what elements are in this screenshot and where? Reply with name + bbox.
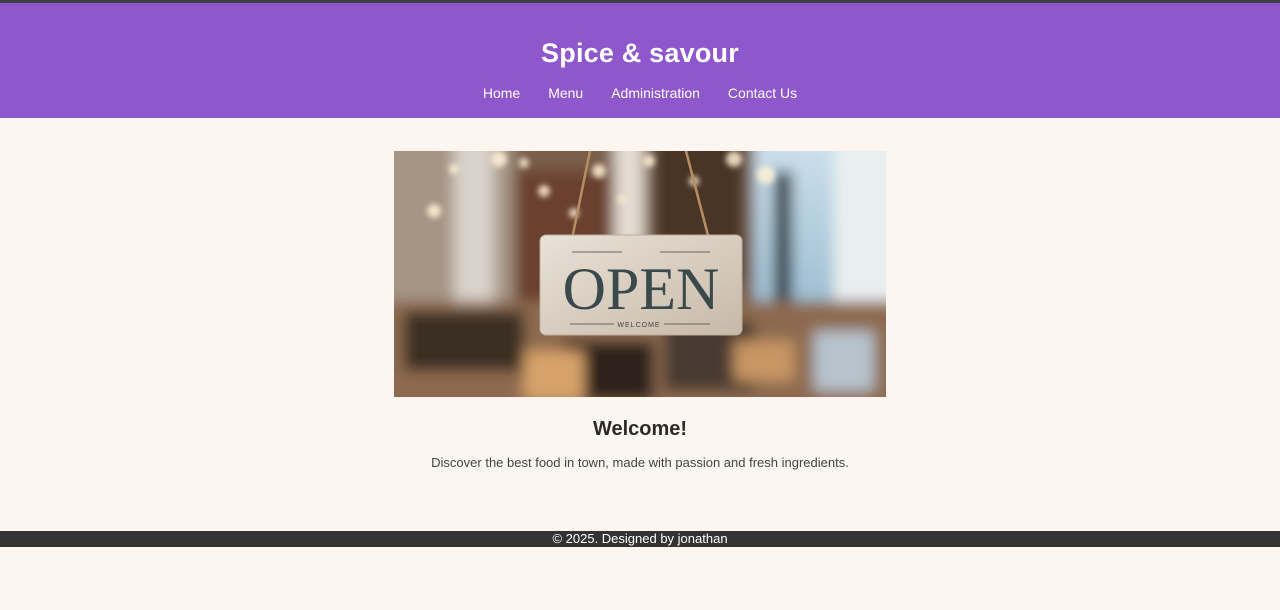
welcome-heading: Welcome! [592, 418, 688, 440]
site-title: Spice & savour [541, 38, 739, 68]
main-nav: Home Menu Administration Contact Us [0, 84, 1280, 102]
sign-welcome-text: WELCOME [617, 322, 660, 329]
site-footer: © 2025. Designed by jonathan [0, 531, 1280, 547]
nav-menu-link[interactable]: Menu [534, 84, 597, 102]
footer-copyright: © 2025. Designed by jonathan [552, 531, 728, 546]
main-content: OPEN WELCOME Welcome! Discover the best … [394, 151, 886, 471]
nav-contact-us-link[interactable]: Contact Us [714, 84, 811, 102]
site-header: Spice & savour Home Menu Administration … [0, 3, 1280, 118]
hero-image: OPEN WELCOME [394, 151, 886, 397]
sign-open-text: OPEN [563, 256, 720, 322]
nav-home-link[interactable]: Home [469, 84, 534, 102]
welcome-description: Discover the best food in town, made wit… [431, 455, 849, 470]
nav-administration-link[interactable]: Administration [597, 84, 714, 102]
